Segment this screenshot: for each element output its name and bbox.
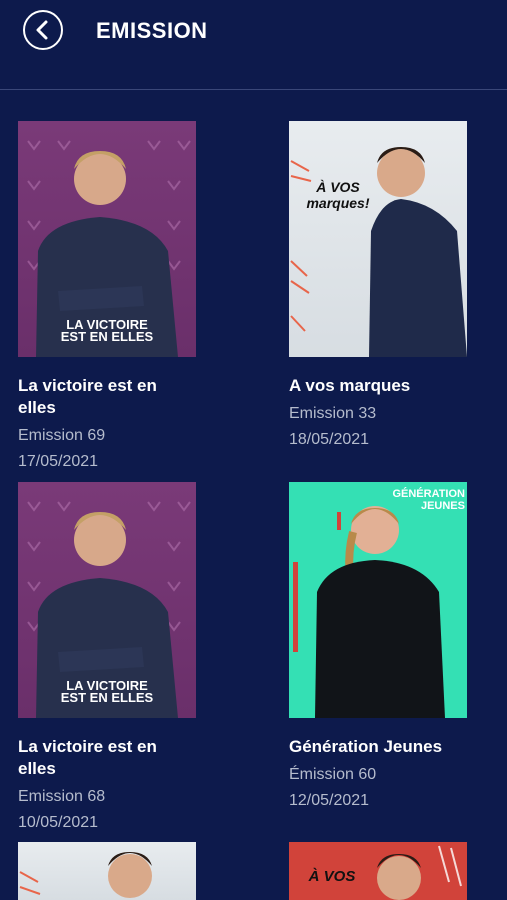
show-thumbnail[interactable]: LA VICTOIRE EST EN ELLES [18, 121, 196, 357]
show-card[interactable]: À VOS [289, 842, 499, 900]
show-logo: LA VICTOIRE EST EN ELLES [60, 678, 154, 705]
app-header: EMISSION [0, 0, 507, 90]
show-card[interactable] [18, 842, 228, 900]
show-episode: Émission 60 [289, 766, 377, 783]
show-date: 10/05/2021 [18, 814, 99, 831]
show-card[interactable]: GÉNÉRATION JEUNES Génération Jeunes Émiss… [289, 482, 499, 814]
show-card[interactable]: À VOS marques! A vos marques Emission 33 … [289, 121, 499, 453]
show-date: 17/05/2021 [18, 453, 99, 470]
page-title: EMISSION [96, 18, 208, 43]
back-arrow-icon [36, 20, 48, 40]
show-thumbnail[interactable]: LA VICTOIRE EST EN ELLES [18, 482, 196, 718]
show-date: 18/05/2021 [289, 431, 370, 448]
show-title: A vos marques [289, 376, 411, 395]
show-thumbnail[interactable] [18, 842, 196, 900]
show-episode: Emission 33 [289, 405, 377, 422]
back-button[interactable] [23, 10, 63, 50]
show-logo: À VOS marques! [306, 179, 370, 211]
show-logo: À VOS [308, 868, 356, 885]
show-episode: Emission 69 [18, 427, 106, 444]
show-thumbnail[interactable]: À VOS [289, 842, 467, 900]
generation-jeunes-artwork [293, 506, 445, 718]
show-logo: GÉNÉRATION JEUNES [392, 488, 465, 512]
show-date: 12/05/2021 [289, 792, 370, 809]
avosmarques-artwork [290, 147, 467, 357]
show-title: Génération Jeunes [289, 737, 443, 756]
show-thumbnail[interactable]: GÉNÉRATION JEUNES [289, 482, 467, 718]
show-card[interactable]: LA VICTOIRE EST EN ELLES La victoire est … [18, 482, 228, 836]
show-episode: Emission 68 [18, 788, 106, 805]
avosmarques-artwork [19, 852, 152, 898]
header-divider [0, 89, 507, 90]
show-thumbnail[interactable]: À VOS marques! [289, 121, 467, 357]
show-title: La victoire est en elles [18, 737, 157, 778]
show-card[interactable]: LA VICTOIRE EST EN ELLES La victoire est … [18, 121, 228, 475]
show-title: La victoire est en elles [18, 376, 157, 417]
show-logo: LA VICTOIRE EST EN ELLES [60, 317, 154, 344]
